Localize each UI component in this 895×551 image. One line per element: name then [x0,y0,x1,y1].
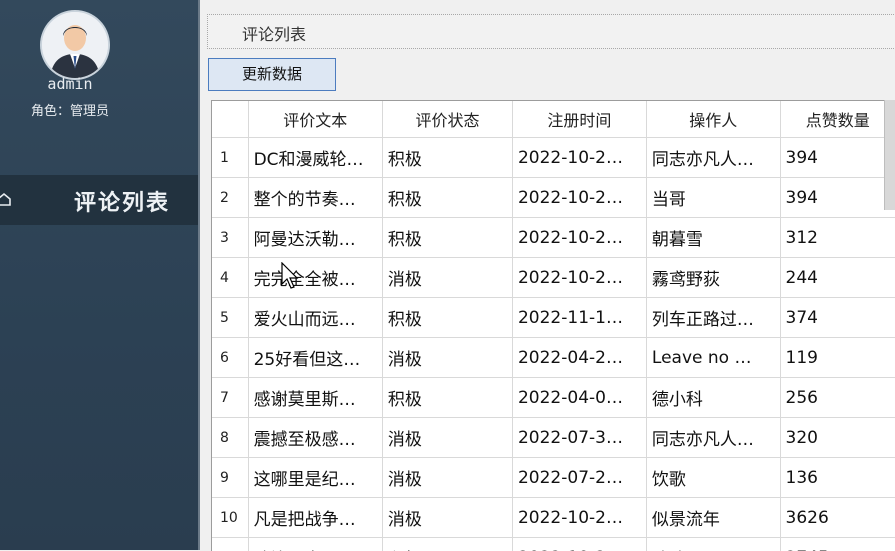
table-row[interactable]: 4完完全全被…消极2022-10-2…霧鸢野荻244 [212,258,895,298]
likes-cell[interactable]: 119 [780,338,895,378]
comment-text-cell[interactable]: 25好看但这… [248,338,382,378]
table-row[interactable]: 10凡是把战争…消极2022-10-2…似景流年3626 [212,498,895,538]
comment-text-cell[interactable]: 震撼至极感… [248,418,382,458]
row-number[interactable]: 6 [212,338,248,378]
sidebar: admin 角色：管理员 评论列表 [0,0,198,550]
row-number[interactable]: 9 [212,458,248,498]
register-time-cell[interactable]: 2022-11-1… [512,298,646,338]
operator-cell[interactable]: 列车正路过… [646,298,780,338]
comment-text-cell[interactable]: 政治现实… [248,538,382,551]
likes-cell[interactable]: 394 [780,178,895,218]
register-time-cell[interactable]: 2022-10-2… [512,218,646,258]
comment-text-cell[interactable]: 这哪里是纪… [248,458,382,498]
likes-cell[interactable]: 244 [780,258,895,298]
table-row[interactable]: 625好看但这…消极2022-04-2…Leave no …119 [212,338,895,378]
row-number[interactable]: 8 [212,418,248,458]
likes-cell[interactable]: 320 [780,418,895,458]
row-number[interactable]: 3 [212,218,248,258]
operator-cell[interactable]: 似景流年 [646,498,780,538]
comment-text-cell[interactable]: 感谢莫里斯… [248,378,382,418]
comment-status-cell[interactable]: 积极 [382,218,512,258]
operator-cell[interactable]: 同志亦凡人… [646,418,780,458]
likes-cell[interactable]: 256 [780,378,895,418]
register-time-cell[interactable]: 2022-10-2… [512,538,646,551]
comment-status-cell[interactable]: 积极 [382,538,512,551]
row-number[interactable]: 5 [212,298,248,338]
comment-status-cell[interactable]: 消极 [382,458,512,498]
column-header-operator[interactable]: 操作人 [646,101,780,138]
column-header-text[interactable]: 评价文本 [248,101,382,138]
table-row[interactable]: 7感谢莫里斯…积极2022-04-0…德小科256 [212,378,895,418]
table-header-row: 评价文本 评价状态 注册时间 操作人 点赞数量 [212,101,895,138]
comment-status-cell[interactable]: 积极 [382,138,512,178]
comment-status-cell[interactable]: 消极 [382,258,512,298]
operator-cell[interactable]: 霧鸢野荻 [646,258,780,298]
column-header-time[interactable]: 注册时间 [512,101,646,138]
comment-text-cell[interactable]: 凡是把战争… [248,498,382,538]
column-header-status[interactable]: 评价状态 [382,101,512,138]
row-number[interactable]: 7 [212,378,248,418]
sidebar-item-comment-list[interactable]: 评论列表 [0,175,198,225]
operator-cell[interactable]: 朝暮雪 [646,218,780,258]
column-header-likes[interactable]: 点赞数量 [780,101,895,138]
row-number[interactable]: 2 [212,178,248,218]
table-row[interactable]: 11政治现实…积极2022-10-2…暗暗2745 [212,538,895,551]
table-row[interactable]: 3阿曼达沃勒…积极2022-10-2…朝暮雪312 [212,218,895,258]
register-time-cell[interactable]: 2022-10-2… [512,258,646,298]
table-row[interactable]: 5爱火山而远…积极2022-11-1…列车正路过…374 [212,298,895,338]
comment-text-cell[interactable]: DC和漫威轮… [248,138,382,178]
comment-table[interactable]: 评价文本 评价状态 注册时间 操作人 点赞数量 1DC和漫威轮…积极2022-1… [211,100,895,551]
table-row[interactable]: 9这哪里是纪…消极2022-07-2…饮歌136 [212,458,895,498]
table-row[interactable]: 1DC和漫威轮…积极2022-10-2…同志亦凡人…394 [212,138,895,178]
likes-cell[interactable]: 374 [780,298,895,338]
register-time-cell[interactable]: 2022-04-0… [512,378,646,418]
comment-status-cell[interactable]: 积极 [382,378,512,418]
table-row[interactable]: 8震撼至极感…消极2022-07-3…同志亦凡人…320 [212,418,895,458]
comment-status-cell[interactable]: 消极 [382,418,512,458]
comment-text-cell[interactable]: 爱火山而远… [248,298,382,338]
likes-cell[interactable]: 394 [780,138,895,178]
row-number-header [212,101,248,138]
operator-cell[interactable]: 当哥 [646,178,780,218]
row-number[interactable]: 1 [212,138,248,178]
likes-cell[interactable]: 312 [780,218,895,258]
comment-status-cell[interactable]: 消极 [382,338,512,378]
operator-cell[interactable]: 饮歌 [646,458,780,498]
likes-cell[interactable]: 3626 [780,498,895,538]
operator-cell[interactable]: 同志亦凡人… [646,138,780,178]
main-panel: 评论列表 更新数据 评价文本 评价状态 注册时间 操作人 点赞数量 1DC和漫威… [200,0,895,550]
register-time-cell[interactable]: 2022-10-2… [512,498,646,538]
user-avatar [42,12,108,78]
sidebar-item-label: 评论列表 [74,185,170,217]
likes-cell[interactable]: 136 [780,458,895,498]
comment-status-cell[interactable]: 消极 [382,498,512,538]
table-scrollbar[interactable] [884,100,895,210]
username-label: admin [0,75,140,93]
operator-cell[interactable]: 暗暗 [646,538,780,551]
row-number[interactable]: 4 [212,258,248,298]
register-time-cell[interactable]: 2022-07-3… [512,418,646,458]
operator-cell[interactable]: Leave no … [646,338,780,378]
comment-text-cell[interactable]: 阿曼达沃勒… [248,218,382,258]
row-number[interactable]: 11 [212,538,248,551]
register-time-cell[interactable]: 2022-04-2… [512,338,646,378]
likes-cell[interactable]: 2745 [780,538,895,551]
table-row[interactable]: 2整个的节奏…积极2022-10-2…当哥394 [212,178,895,218]
comment-text-cell[interactable]: 完完全全被… [248,258,382,298]
register-time-cell[interactable]: 2022-07-2… [512,458,646,498]
register-time-cell[interactable]: 2022-10-2… [512,138,646,178]
comment-status-cell[interactable]: 积极 [382,298,512,338]
user-avatar-icon [42,12,108,78]
operator-cell[interactable]: 德小科 [646,378,780,418]
row-number[interactable]: 10 [212,498,248,538]
home-icon [0,191,12,207]
register-time-cell[interactable]: 2022-10-2… [512,178,646,218]
page-title: 评论列表 [242,21,306,45]
comment-text-cell[interactable]: 整个的节奏… [248,178,382,218]
refresh-data-button[interactable]: 更新数据 [208,58,336,91]
role-label: 角色：管理员 [0,100,140,119]
comment-status-cell[interactable]: 积极 [382,178,512,218]
page-title-bar: 评论列表 [207,14,895,49]
